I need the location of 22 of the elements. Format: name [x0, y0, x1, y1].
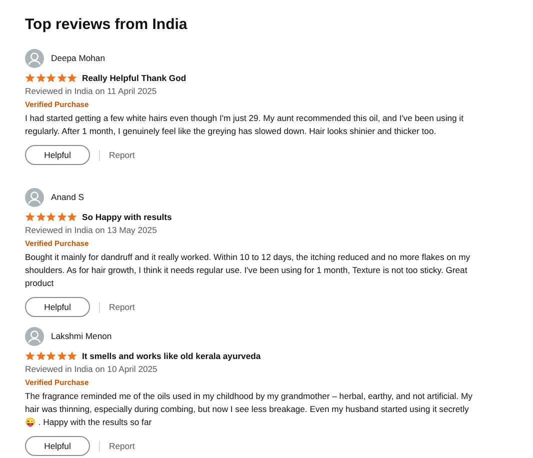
review-text: I had started getting a few white hairs even though I'm just 29. My aunt recommended this oil, and I've been using it regularly. After 1 month, I genuinely feel like the greying has slowed down. Hair looks shinier and thicker too.: [25, 112, 464, 138]
review-title[interactable]: So Happy with results: [82, 212, 172, 222]
review-date: Reviewed in India on 11 April 2025: [25, 85, 158, 98]
avatar-icon: [25, 326, 44, 346]
report-link[interactable]: Report: [109, 441, 135, 451]
reviewer-name: Anand S: [51, 192, 84, 202]
avatar-icon: [25, 48, 44, 68]
review-date: Reviewed in India on 13 May 2025: [25, 224, 158, 237]
report-link[interactable]: Report: [109, 150, 135, 160]
review-title[interactable]: It smells and works like old kerala ayurveda: [82, 351, 261, 361]
report-link[interactable]: Report: [109, 302, 135, 312]
review-date: Reviewed in India on 10 April 2025: [25, 363, 158, 376]
review-text: The fragrance reminded me of the oils used in my childhood by my grandmother – herbal, earthy, and not artificial. My hair was thinning, especially during combing, but now I see less breakage. Even my husband started using it secretly 😜 . Happy with the results so far: [25, 390, 474, 429]
reviewer-name: Deepa Mohan: [51, 53, 105, 63]
helpful-button[interactable]: Helpful: [25, 297, 90, 317]
review-title[interactable]: Really Helpful Thank God: [82, 73, 186, 83]
avatar-icon: [25, 188, 44, 206]
reviewer-name: Lakshmi Menon: [51, 331, 112, 341]
helpful-button[interactable]: Helpful: [25, 436, 90, 456]
review-text: Bought it mainly for dandruff and it really worked. Within 10 to 12 days, the itching reduced and no more flakes on my shoulders. As for hair growth, I think it needs regular use. I've been using for 1 month, Texture is not too sticky. Great product: [25, 251, 472, 290]
helpful-button[interactable]: Helpful: [25, 145, 90, 165]
section-heading: Top reviews from India: [25, 15, 188, 35]
